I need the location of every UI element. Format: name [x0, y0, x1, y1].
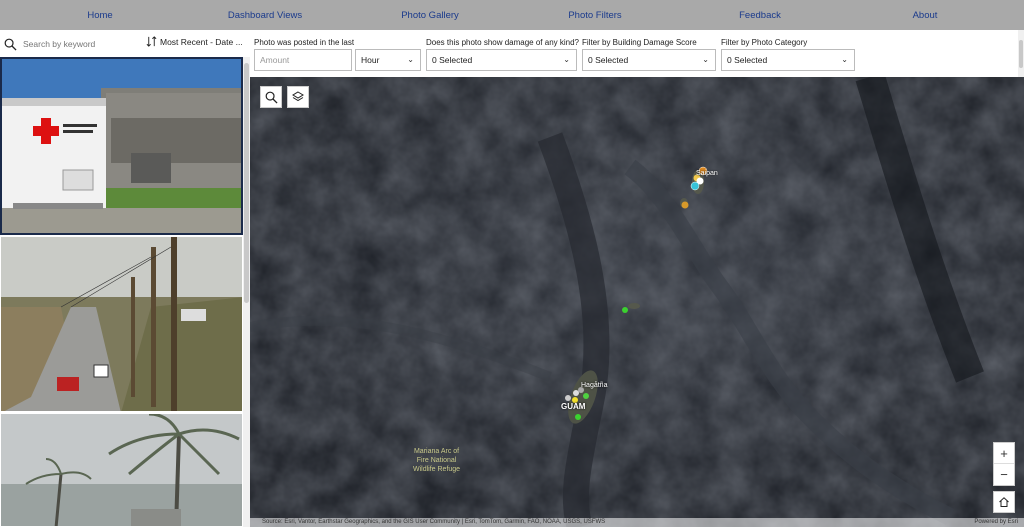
nav-about[interactable]: About: [913, 0, 938, 30]
amount-placeholder: Amount: [260, 55, 290, 65]
photo-thumbnail[interactable]: [0, 57, 243, 235]
nav-home[interactable]: Home: [87, 0, 112, 30]
top-nav: Home Dashboard Views Photo Gallery Photo…: [0, 0, 1024, 30]
layers-button[interactable]: [287, 86, 309, 108]
home-icon: [999, 497, 1009, 507]
search-icon: [265, 91, 278, 104]
gallery-scrollbar[interactable]: [243, 57, 250, 527]
damage-value: 0 Selected: [432, 55, 473, 65]
filter-bar: Photo was posted in the last Amount Hour…: [250, 30, 1024, 77]
score-value: 0 Selected: [588, 55, 629, 65]
scrollbar-thumb[interactable]: [1019, 40, 1023, 68]
posted-label: Photo was posted in the last: [254, 38, 355, 47]
scrollbar-thumb[interactable]: [244, 63, 249, 303]
photo-gallery: [0, 57, 243, 527]
search-box[interactable]: [4, 34, 140, 54]
map-label-hagatna: Hagåtña: [581, 382, 608, 389]
map-view[interactable]: Saipan Hagåtña GUAM Mariana Arc of Fire …: [250, 77, 1024, 527]
category-value: 0 Selected: [727, 55, 768, 65]
search-input[interactable]: [23, 39, 133, 49]
chevron-down-icon: ⌄: [563, 55, 570, 64]
sort-label: Most Recent - Date ...: [160, 36, 243, 47]
category-select[interactable]: 0 Selected ⌄: [721, 49, 855, 71]
satellite-basemap: [250, 77, 1024, 527]
score-label: Filter by Building Damage Score: [582, 38, 697, 47]
zoom-out-button[interactable]: −: [994, 464, 1014, 485]
refuge-line: Fire National: [416, 457, 457, 464]
photo-thumbnail[interactable]: [0, 413, 243, 527]
chevron-down-icon: ⌄: [841, 55, 848, 64]
unit-value: Hour: [361, 55, 380, 65]
map-label-guam: GUAM: [561, 402, 586, 411]
photo-thumbnail[interactable]: [0, 236, 243, 412]
damage-label: Does this photo show damage of any kind?: [426, 38, 579, 47]
score-select[interactable]: 0 Selected ⌄: [582, 49, 716, 71]
sort-dropdown[interactable]: Most Recent - Date ...: [146, 36, 243, 47]
search-icon: [4, 38, 17, 51]
damage-select[interactable]: 0 Selected ⌄: [426, 49, 577, 71]
home-button[interactable]: [993, 491, 1015, 513]
nav-photo-filters[interactable]: Photo Filters: [568, 0, 621, 30]
nav-photo-gallery[interactable]: Photo Gallery: [401, 0, 459, 30]
gallery-panel: Most Recent - Date ...: [0, 30, 250, 527]
nav-feedback[interactable]: Feedback: [739, 0, 781, 30]
nav-dashboard-views[interactable]: Dashboard Views: [228, 0, 302, 30]
filter-scrollbar[interactable]: [1018, 30, 1024, 77]
map-search-button[interactable]: [260, 86, 282, 108]
zoom-control: + −: [993, 442, 1015, 486]
layers-icon: [292, 91, 304, 102]
refuge-line: Mariana Arc of: [413, 448, 460, 455]
refuge-line: Wildlife Refuge: [413, 466, 461, 473]
map-attribution: Source: Esri, Vantor, Earthstar Geograph…: [250, 518, 1024, 527]
powered-by-esri[interactable]: Powered by Esri: [974, 518, 1018, 527]
map-label-saipan: Saipan: [696, 170, 718, 177]
map-label-refuge: Mariana Arc of Fire National Wildlife Re…: [413, 447, 460, 474]
sort-icon: [146, 36, 157, 47]
category-label: Filter by Photo Category: [721, 38, 808, 47]
zoom-in-button[interactable]: +: [994, 443, 1014, 464]
amount-input[interactable]: Amount: [254, 49, 352, 71]
chevron-down-icon: ⌄: [702, 55, 709, 64]
attribution-text: Source: Esri, Vantor, Earthstar Geograph…: [262, 519, 606, 525]
chevron-down-icon: ⌄: [407, 55, 414, 64]
unit-select[interactable]: Hour ⌄: [355, 49, 421, 71]
